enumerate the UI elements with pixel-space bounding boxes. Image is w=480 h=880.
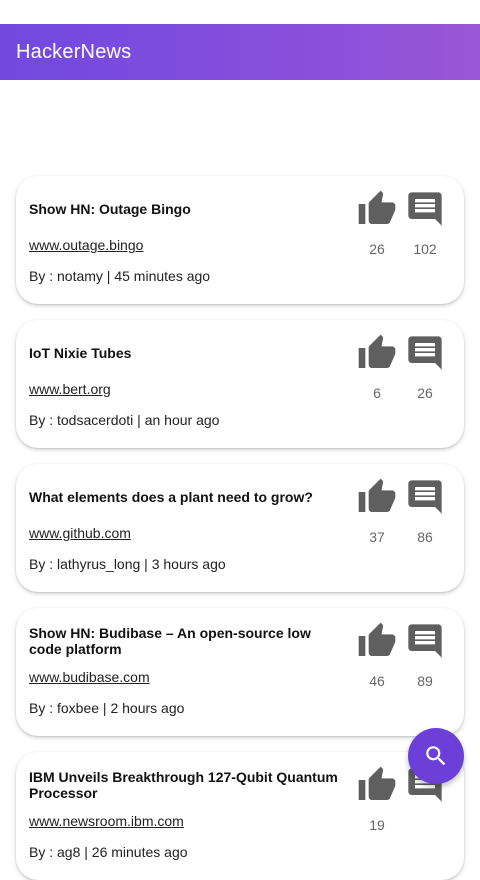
story-url-link[interactable]: www.bert.org — [29, 381, 111, 397]
comments-button[interactable] — [405, 621, 445, 661]
comment-icon — [408, 192, 442, 226]
thumb-up-icon — [358, 190, 396, 224]
comments-count: 89 — [417, 673, 433, 689]
like-button[interactable] — [357, 333, 397, 373]
thumb-up-icon — [358, 478, 396, 512]
story-url-link[interactable]: www.outage.bingo — [29, 237, 143, 253]
comments-count: 86 — [417, 529, 433, 545]
like-button[interactable] — [357, 621, 397, 661]
comment-icon — [408, 624, 442, 658]
thumb-up-icon — [358, 766, 396, 800]
story-card[interactable]: What elements does a plant need to grow?… — [16, 464, 464, 592]
story-meta: By : ag8 | 26 minutes ago — [29, 844, 188, 860]
search-icon — [426, 746, 446, 766]
like-button[interactable] — [357, 189, 397, 229]
story-title: IoT Nixie Tubes — [29, 345, 132, 361]
story-meta: By : todsacerdoti | an hour ago — [29, 412, 220, 428]
story-url-link[interactable]: www.github.com — [29, 525, 131, 541]
story-card[interactable]: Show HN: Budibase – An open-source low c… — [16, 608, 464, 736]
story-meta: By : lathyrus_long | 3 hours ago — [29, 556, 226, 572]
story-title: What elements does a plant need to grow? — [29, 489, 313, 505]
app-title: HackerNews — [16, 40, 132, 63]
story-title: IBM Unveils Breakthrough 127-Qubit Quant… — [29, 769, 338, 801]
story-title: Show HN: Outage Bingo — [29, 201, 191, 217]
likes-count: 37 — [369, 529, 385, 545]
search-fab-button[interactable] — [408, 728, 464, 784]
comments-button[interactable] — [405, 477, 445, 517]
like-button[interactable] — [357, 765, 397, 805]
story-url-link[interactable]: www.newsroom.ibm.com — [29, 813, 184, 829]
likes-count: 46 — [369, 673, 385, 689]
comments-count: 102 — [413, 241, 437, 257]
story-card[interactable]: IoT Nixie Tubes www.bert.org By : todsac… — [16, 320, 464, 448]
likes-count: 26 — [369, 241, 385, 257]
story-card[interactable]: Show HN: Outage Bingo www.outage.bingo B… — [16, 176, 464, 304]
comment-icon — [408, 480, 442, 514]
app-bar: HackerNews — [0, 24, 480, 80]
likes-count: 6 — [373, 385, 381, 401]
story-url-link[interactable]: www.budibase.com — [29, 669, 150, 685]
story-meta: By : notamy | 45 minutes ago — [29, 268, 211, 284]
story-meta: By : foxbee | 2 hours ago — [29, 700, 185, 716]
comments-button[interactable] — [405, 333, 445, 373]
story-title: Show HN: Budibase – An open-source low c… — [29, 625, 311, 657]
thumb-up-icon — [358, 622, 396, 656]
comments-button[interactable] — [405, 189, 445, 229]
comments-count: 26 — [417, 385, 433, 401]
status-bar-area — [0, 0, 480, 24]
likes-count: 19 — [369, 817, 385, 833]
like-button[interactable] — [357, 477, 397, 517]
thumb-up-icon — [358, 334, 396, 368]
comment-icon — [408, 336, 442, 370]
story-feed: Show HN: Outage Bingo www.outage.bingo B… — [0, 80, 480, 880]
story-card[interactable]: IBM Unveils Breakthrough 127-Qubit Quant… — [16, 752, 464, 880]
